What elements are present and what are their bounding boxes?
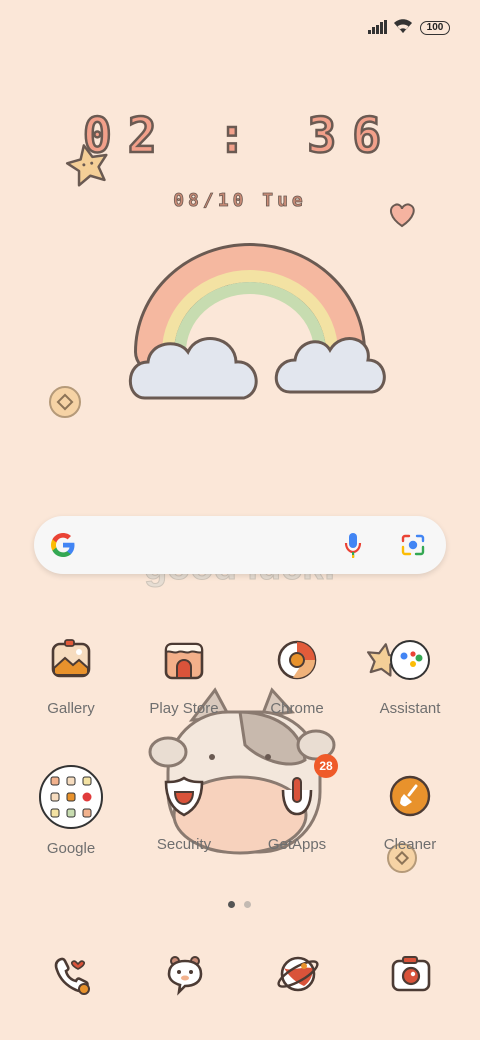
app-label-getapps: GetApps <box>267 836 327 853</box>
app-google-folder[interactable]: Google <box>16 764 126 874</box>
app-gallery[interactable]: Gallery <box>16 638 126 748</box>
notification-badge: 28 <box>314 754 338 778</box>
page-indicator-inactive[interactable] <box>244 901 251 908</box>
browser-icon[interactable] <box>276 952 320 996</box>
security-icon <box>164 776 204 817</box>
app-label-security: Security <box>156 836 212 853</box>
app-getapps[interactable]: 28 GetApps <box>242 754 352 884</box>
app-label-chrome: Chrome <box>270 700 324 717</box>
coin-sticker <box>49 386 81 418</box>
app-label-play-store: Play Store <box>149 700 219 717</box>
gallery-icon <box>51 639 91 678</box>
chrome-icon <box>277 640 317 680</box>
google-search-bar[interactable] <box>34 516 446 574</box>
clock-time[interactable]: 02 : 36 <box>0 107 480 166</box>
clock-date: 08/10 Tue <box>173 190 307 212</box>
phone-icon[interactable] <box>50 952 94 996</box>
play-store-icon <box>164 642 204 680</box>
camera-icon[interactable] <box>389 952 433 996</box>
app-security[interactable]: Security <box>129 774 239 884</box>
broom-icon <box>389 775 431 817</box>
app-label-assistant: Assistant <box>379 700 441 717</box>
getapps-icon <box>281 777 313 816</box>
messages-icon[interactable] <box>163 952 207 996</box>
signal-icon <box>368 20 387 34</box>
folder-icon <box>39 765 103 829</box>
assistant-icon <box>390 640 430 680</box>
app-label-cleaner: Cleaner <box>383 836 437 853</box>
battery-indicator: 100 <box>420 21 450 35</box>
google-g-icon <box>51 533 75 557</box>
app-cleaner[interactable]: Cleaner <box>355 774 465 884</box>
status-bar: 100 <box>0 0 480 56</box>
microphone-icon[interactable] <box>344 531 362 559</box>
app-play-store[interactable]: Play Store <box>129 638 239 748</box>
app-assistant[interactable]: Assistant <box>355 638 465 748</box>
lens-camera-icon[interactable] <box>400 533 426 557</box>
app-label-gallery: Gallery <box>47 700 95 717</box>
app-chrome[interactable]: Chrome <box>242 638 352 748</box>
dock <box>0 950 480 1000</box>
app-label-google: Google <box>46 840 96 857</box>
page-indicator-active[interactable] <box>228 901 235 908</box>
rainbow-sticker <box>134 243 366 373</box>
wifi-icon <box>394 19 412 33</box>
